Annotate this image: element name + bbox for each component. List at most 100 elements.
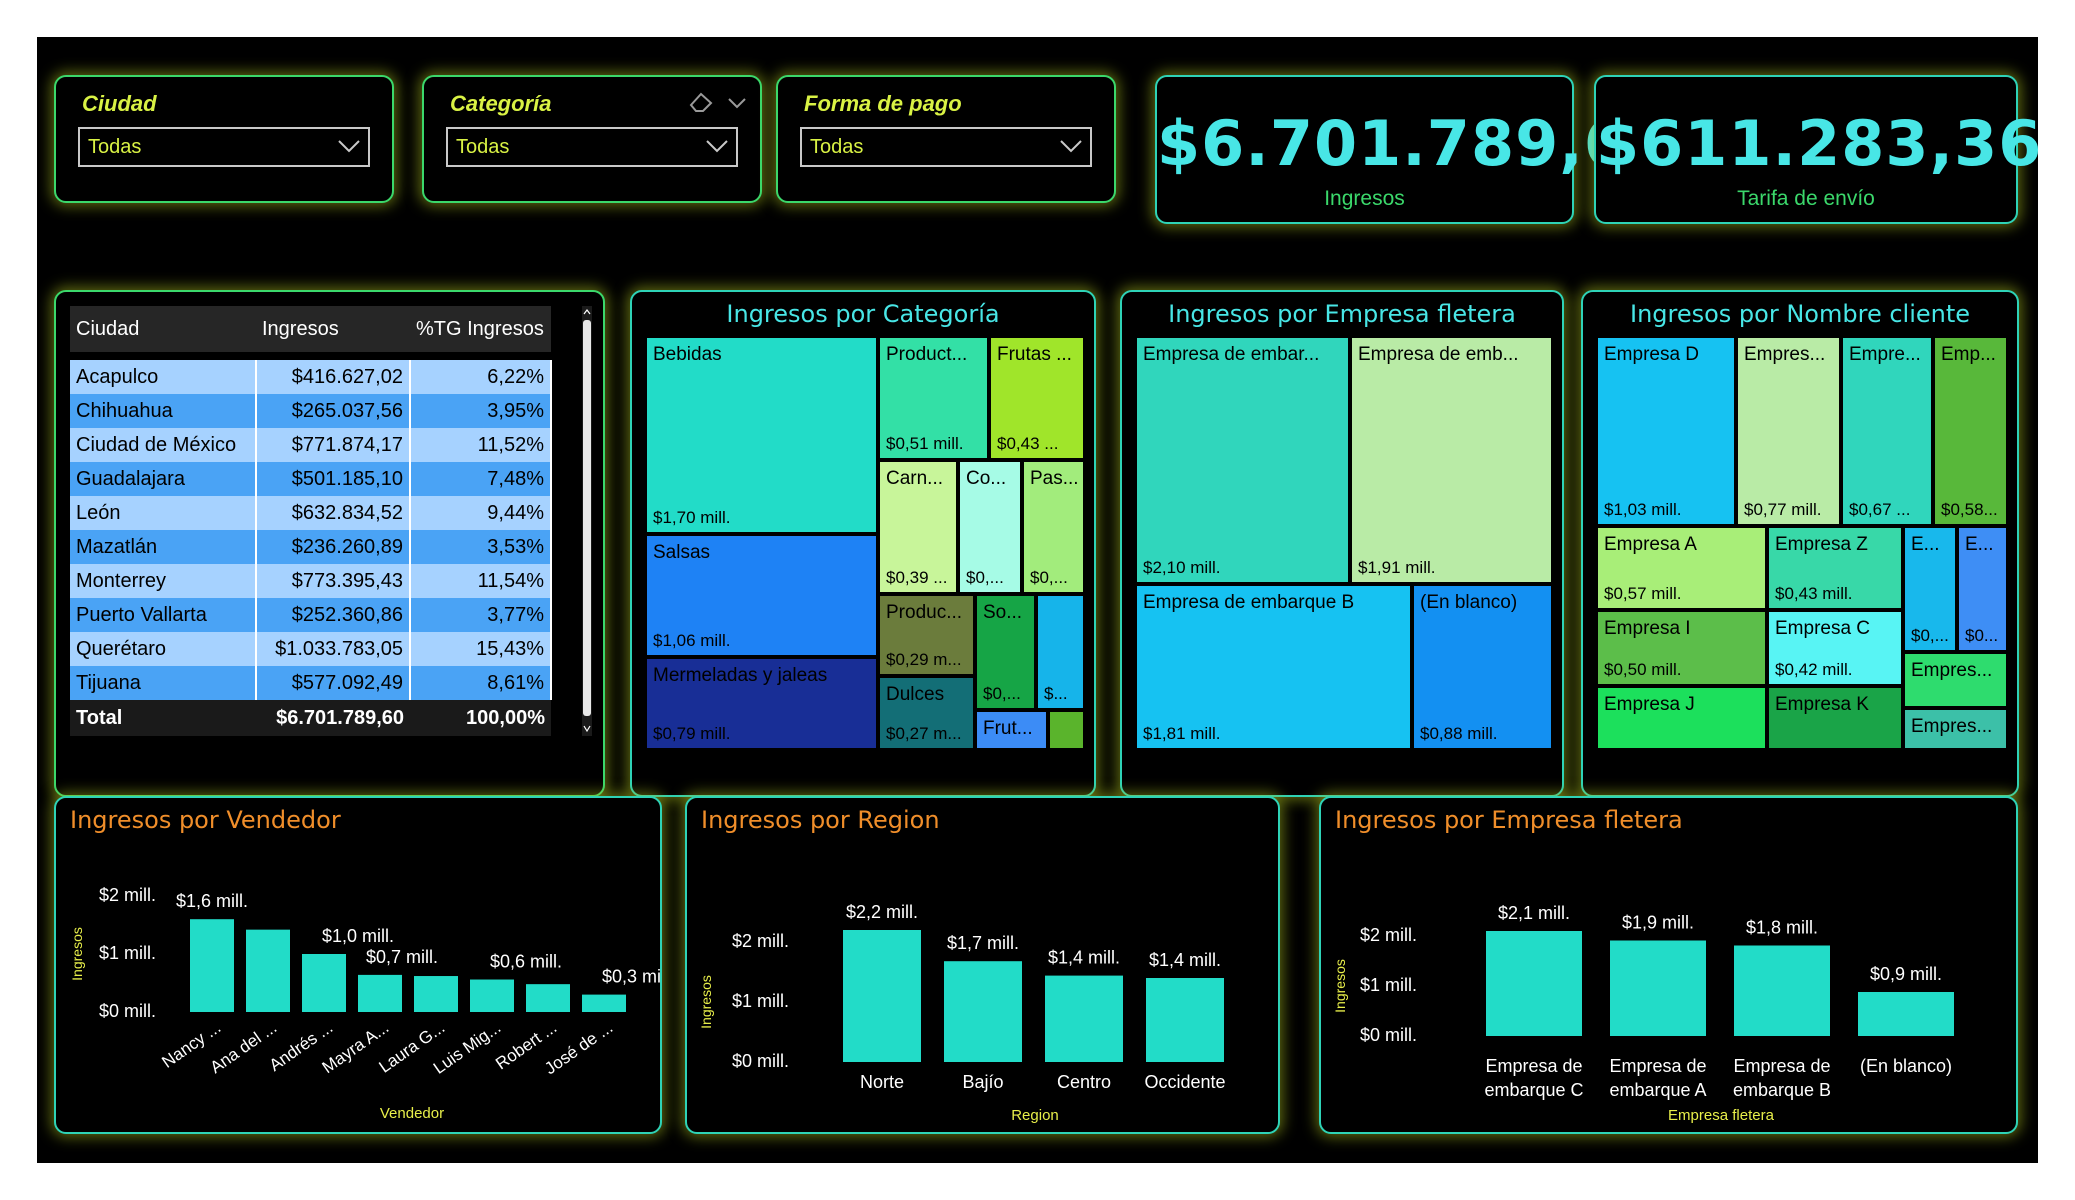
categoria-dropdown[interactable]: Todas [446, 127, 738, 167]
report-canvas: Ciudad Todas Categoría Todas Forma de pa… [37, 37, 2041, 1163]
table-header-row: Ciudad Ingresos %TG Ingresos [70, 306, 551, 352]
treemap-tile[interactable]: Empresa C $0,42 mill. [1767, 610, 1903, 686]
treemap-tile[interactable]: Empresa D $1,03 mill. [1596, 336, 1736, 526]
tile-name: So... [983, 602, 1023, 623]
slicer-title: Categoría [450, 91, 552, 116]
bar[interactable] [944, 961, 1022, 1062]
treemap-fletera: Empresa de embar... $2,10 mill. Empresa de… [1135, 336, 1553, 750]
treemap-tile[interactable]: Carn... $0,39 ... [878, 460, 958, 594]
table-row[interactable]: Puerto Vallarta $252.360,86 3,77% [70, 598, 552, 632]
tile-value: $1,91 mill. [1358, 558, 1436, 577]
data-label: $2,1 mill. [1498, 903, 1570, 923]
treemap-tile[interactable]: (En blanco) $0,88 mill. [1412, 584, 1553, 750]
slicer-categoria[interactable]: Categoría Todas [422, 75, 762, 203]
treemap-tile[interactable]: Empresa I $0,50 mill. [1596, 610, 1767, 686]
column-header[interactable]: Ciudad [70, 306, 256, 352]
table-row[interactable]: Chihuahua $265.037,56 3,95% [70, 394, 552, 428]
total-label: Total [70, 700, 256, 736]
matrix-table: Ciudad Ingresos %TG Ingresos Acapulco $41… [70, 306, 552, 736]
treemap-tile[interactable]: Emp... $0,58... [1933, 336, 2008, 526]
table-row[interactable]: Guadalajara $501.185,10 7,48% [70, 462, 552, 496]
treemap-tile[interactable]: Empresa K [1767, 686, 1903, 750]
bar[interactable] [526, 984, 570, 1012]
chevron-down-icon[interactable] [728, 97, 746, 109]
eraser-icon[interactable] [688, 91, 714, 113]
bar[interactable] [1045, 975, 1123, 1062]
treemap-tile[interactable]: Bebidas $1,70 mill. [645, 336, 878, 534]
table-row[interactable]: Mazatlán $236.260,89 3,53% [70, 530, 552, 564]
treemap-tile[interactable]: Empresa de embarque B $1,81 mill. [1135, 584, 1412, 750]
slicer-forma-de-pago[interactable]: Forma de pago Todas [776, 75, 1116, 203]
treemap-tile[interactable]: Empresa Z $0,43 mill. [1767, 526, 1903, 610]
bar[interactable] [302, 954, 346, 1012]
treemap-tile[interactable]: Empres... [1903, 652, 2008, 708]
bar[interactable] [582, 994, 626, 1012]
treemap-tile[interactable]: Co... $0,... [958, 460, 1022, 594]
bar[interactable] [358, 974, 402, 1012]
treemap-tile[interactable] [1048, 710, 1085, 750]
tile-value: $0,... [966, 568, 1004, 587]
bar[interactable] [1146, 978, 1224, 1062]
x-tick-label: Centro [1057, 1072, 1111, 1092]
bar[interactable] [246, 929, 290, 1012]
table-row[interactable]: Acapulco $416.627,02 6,22% [70, 360, 552, 394]
bar[interactable] [843, 930, 921, 1062]
bar[interactable] [1610, 940, 1706, 1037]
treemap-tile[interactable]: So... $0,... [975, 594, 1036, 710]
cell-ciudad: Acapulco [70, 360, 257, 394]
tile-value: $1,81 mill. [1143, 724, 1221, 743]
tile-name: Carn... [886, 468, 944, 489]
treemap-tile[interactable]: Empresa A $0,57 mill. [1596, 526, 1767, 610]
treemap-tile[interactable]: Empresa de embar... $2,10 mill. [1135, 336, 1350, 584]
treemap-tile[interactable]: $... [1036, 594, 1085, 710]
treemap-tile[interactable]: Dulces $0,27 m... [878, 676, 975, 750]
treemap-tile[interactable]: Empres... $0,77 mill. [1736, 336, 1841, 526]
column-header[interactable]: %TG Ingresos [410, 306, 551, 352]
table-row[interactable]: León $632.834,52 9,44% [70, 496, 552, 530]
treemap-cliente-card: Ingresos por Nombre cliente Empresa D $1,… [1581, 290, 2019, 797]
table-row[interactable]: Ciudad de México $771.874,17 11,52% [70, 428, 552, 462]
treemap-tile[interactable]: Empre... $0,67 ... [1841, 336, 1933, 526]
bar[interactable] [414, 976, 458, 1012]
chart-fletera-card: Ingresos por Empresa fletera $0 mill. $1 … [1319, 796, 2018, 1134]
forma-de-pago-dropdown[interactable]: Todas [800, 127, 1092, 167]
vertical-scrollbar[interactable] [582, 306, 592, 736]
kpi-value: $6.701.789,60 [1157, 107, 1673, 180]
treemap-tile[interactable]: Empres... [1903, 708, 2008, 750]
tile-value: $0... [1965, 626, 1999, 645]
tile-name: Empresa de emb... [1358, 344, 1519, 365]
table-row[interactable]: Tijuana $577.092,49 8,61% [70, 666, 552, 700]
ciudad-dropdown[interactable]: Todas [78, 127, 370, 167]
tile-name: Frut... [983, 718, 1033, 739]
treemap-tile[interactable]: Produc... $0,29 m... [878, 594, 975, 676]
chevron-down-icon [1060, 140, 1082, 153]
treemap-tile[interactable]: Salsas $1,06 mill. [645, 534, 878, 657]
treemap-tile[interactable]: E... $0,... [1903, 526, 1957, 652]
tile-name: Empresa J [1604, 694, 1695, 715]
bar[interactable] [1486, 931, 1582, 1036]
bar[interactable] [470, 979, 514, 1012]
cell-ingresos: $501.185,10 [256, 462, 411, 496]
treemap-tile[interactable]: Frutas ... $0,43 ... [989, 336, 1085, 460]
table-row[interactable]: Monterrey $773.395,43 11,54% [70, 564, 552, 598]
treemap-tile[interactable]: Empresa de emb... $1,91 mill. [1350, 336, 1553, 584]
treemap-tile[interactable]: Empresa J [1596, 686, 1767, 750]
bar[interactable] [1734, 945, 1830, 1037]
cell-ingresos: $1.033.783,05 [256, 632, 411, 666]
bar[interactable] [1858, 992, 1954, 1036]
treemap-tile[interactable]: Pas... $0,... [1022, 460, 1085, 594]
chevron-down-icon [338, 140, 360, 153]
chevron-down-icon [706, 140, 728, 153]
x-tick-label: Empresa de [1485, 1056, 1582, 1076]
y-axis-title: Ingresos [69, 927, 85, 981]
slicer-ciudad[interactable]: Ciudad Todas [54, 75, 394, 203]
table-row[interactable]: Querétaro $1.033.783,05 15,43% [70, 632, 552, 666]
treemap-tile[interactable]: E... $0... [1957, 526, 2008, 652]
tile-name: Product... [886, 344, 968, 365]
bar[interactable] [190, 919, 234, 1012]
treemap-tile[interactable]: Frut... [975, 710, 1048, 750]
treemap-tile[interactable]: Product... $0,51 mill. [878, 336, 989, 460]
tile-value: $0,... [1911, 626, 1949, 645]
treemap-tile[interactable]: Mermeladas y jaleas $0,79 mill. [645, 657, 878, 750]
column-header[interactable]: Ingresos [256, 306, 410, 352]
